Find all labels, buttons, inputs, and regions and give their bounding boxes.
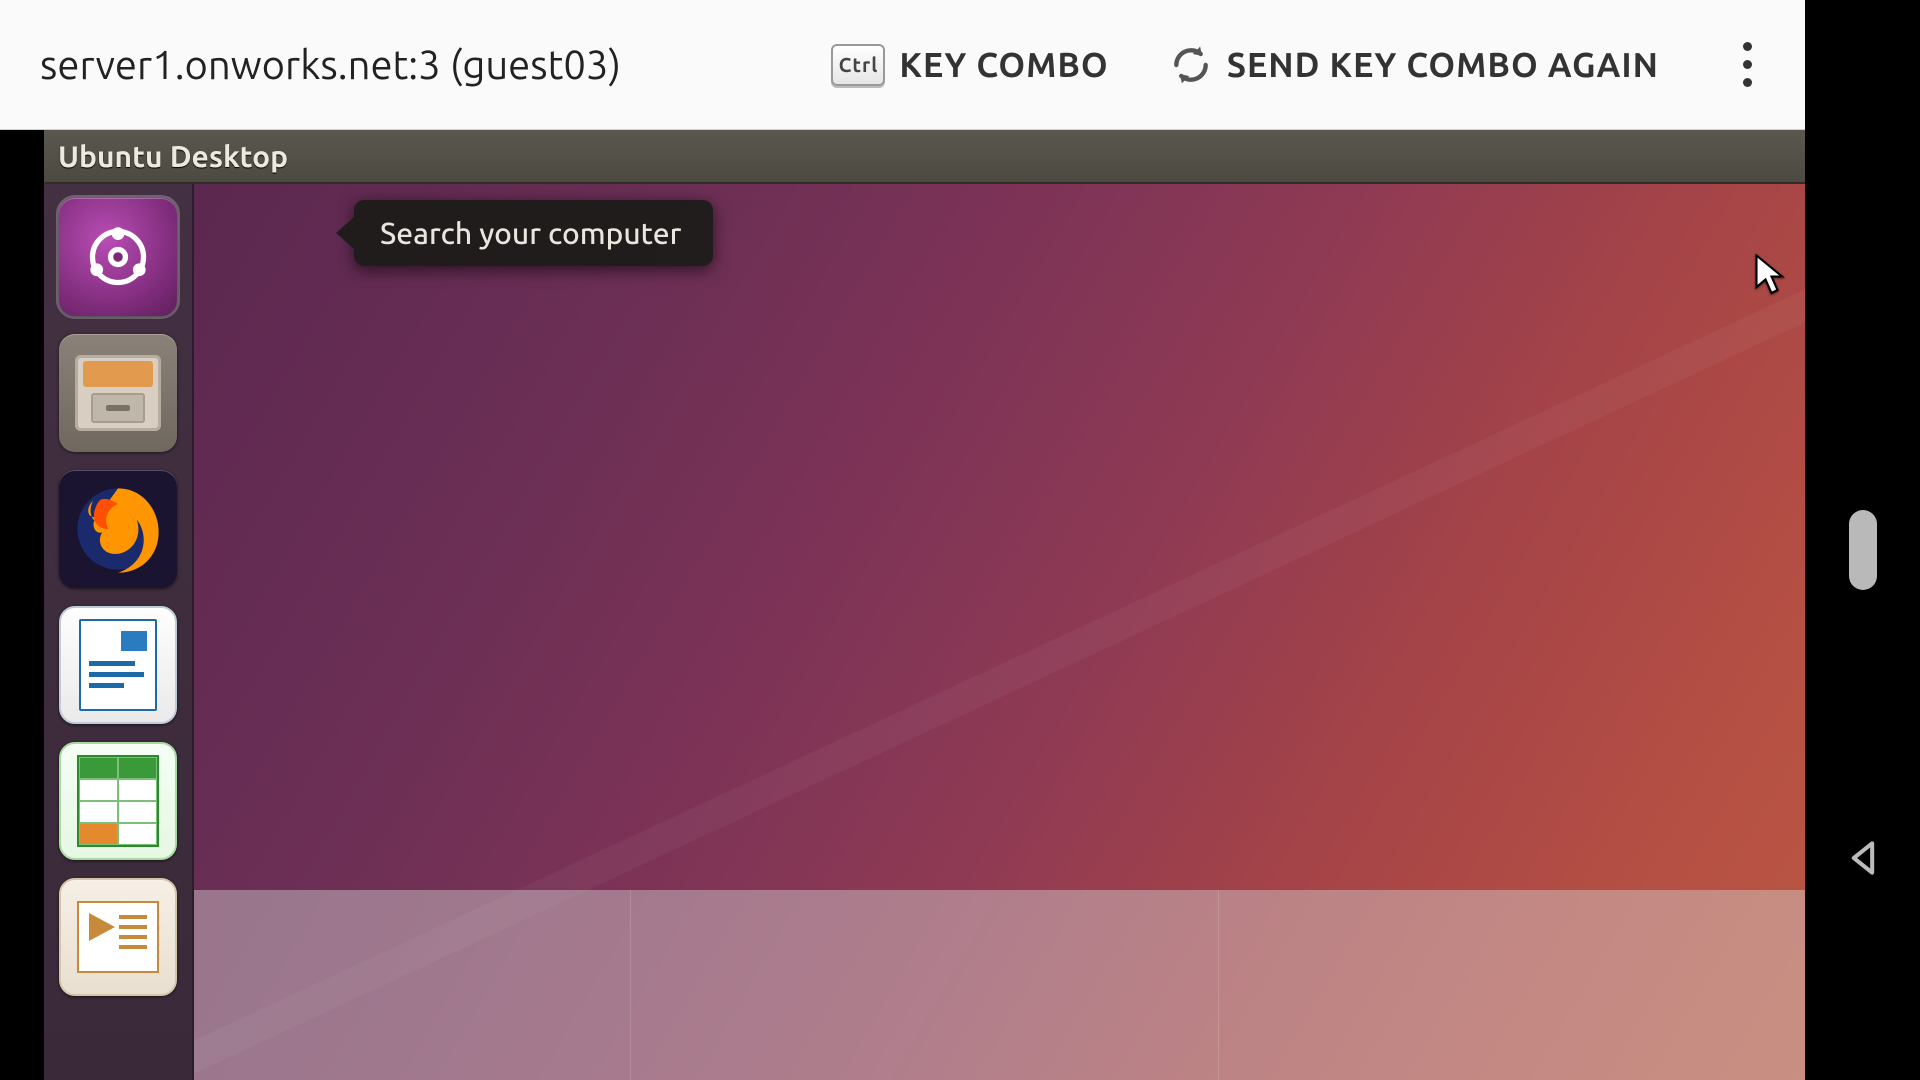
refresh-icon — [1169, 43, 1213, 87]
android-nav-sidebar — [1805, 0, 1920, 1080]
ctrl-key-icon: Ctrl — [831, 44, 885, 86]
connection-title: server1.onworks.net:3 (guest03) — [40, 42, 621, 87]
calc-sheet-icon — [77, 755, 159, 847]
key-combo-label: KEY COMBO — [899, 46, 1108, 84]
overlay-segment[interactable] — [631, 890, 1218, 1080]
android-back-button[interactable] — [1841, 836, 1885, 880]
launcher-impress-button[interactable] — [59, 878, 177, 996]
key-combo-button[interactable]: Ctrl KEY COMBO — [831, 44, 1108, 86]
file-cabinet-icon — [75, 355, 161, 431]
launcher-firefox-button[interactable] — [59, 470, 177, 588]
firefox-icon — [68, 479, 168, 579]
vnc-client-frame: server1.onworks.net:3 (guest03) Ctrl KEY… — [0, 0, 1805, 1080]
writer-doc-icon — [79, 619, 157, 711]
unity-top-panel: Ubuntu Desktop — [44, 130, 1805, 184]
bottom-overlay-bar[interactable] — [44, 890, 1805, 1080]
scrollbar-thumb[interactable] — [1849, 510, 1877, 590]
panel-title: Ubuntu Desktop — [58, 139, 288, 173]
impress-slide-icon — [77, 901, 159, 973]
overlay-segment[interactable] — [1219, 890, 1805, 1080]
remote-cursor-icon — [1755, 254, 1785, 296]
send-again-label: SEND KEY COMBO AGAIN — [1227, 46, 1659, 84]
unity-body: Search your computer — [44, 184, 1805, 1080]
tooltip-text: Search your computer — [380, 216, 681, 250]
unity-launcher — [44, 184, 194, 1080]
launcher-files-button[interactable] — [59, 334, 177, 452]
send-key-combo-again-button[interactable]: SEND KEY COMBO AGAIN — [1169, 43, 1659, 87]
launcher-calc-button[interactable] — [59, 742, 177, 860]
remote-desktop-viewport[interactable]: Ubuntu Desktop — [0, 130, 1805, 1080]
launcher-writer-button[interactable] — [59, 606, 177, 724]
host-toolbar: server1.onworks.net:3 (guest03) Ctrl KEY… — [0, 0, 1805, 130]
launcher-dash-button[interactable] — [59, 198, 177, 316]
launcher-tooltip: Search your computer — [354, 200, 713, 266]
overflow-menu-button[interactable] — [1729, 42, 1765, 87]
